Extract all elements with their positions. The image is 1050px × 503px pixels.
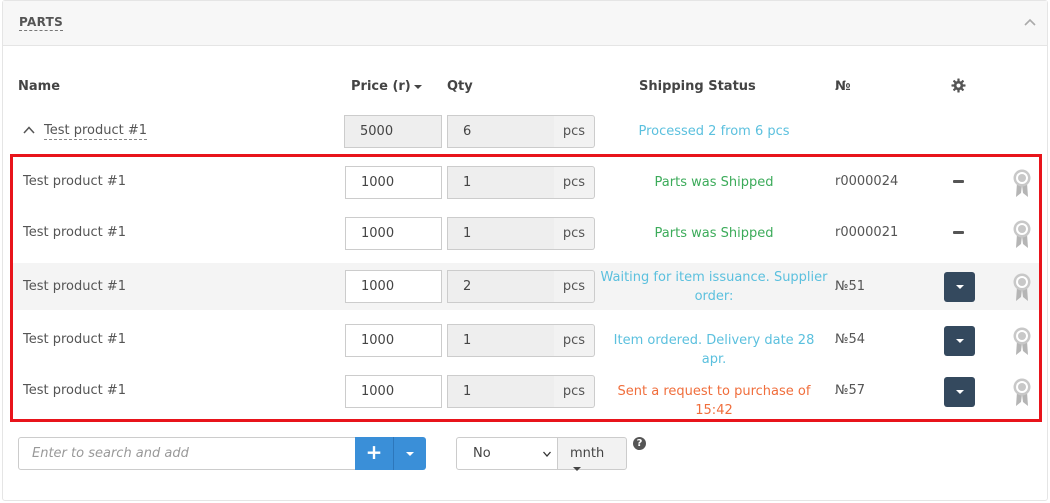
- row-2-name: Test product #1: [23, 225, 127, 240]
- row-5-name: Test product #1: [23, 383, 127, 398]
- row-5-shipping-status: Sent a request to purchase of 15:42: [617, 384, 811, 418]
- gear-icon[interactable]: [951, 78, 966, 93]
- row-3-number: №51: [835, 279, 866, 294]
- row-4-price-input[interactable]: 1000: [345, 324, 442, 357]
- add-options-dropdown-button[interactable]: [393, 437, 426, 470]
- column-header-number: №: [835, 79, 851, 94]
- panel-header: PARTS: [3, 1, 1047, 46]
- chevron-down-icon: [543, 451, 551, 457]
- row-5-unit-addon: pcs: [554, 375, 595, 408]
- main-qty-field[interactable]: 6: [447, 115, 555, 148]
- column-header-price[interactable]: Price (r): [351, 79, 422, 94]
- award-icon[interactable]: [1011, 219, 1033, 249]
- row-1-shipping-status: Parts was Shipped: [654, 175, 774, 190]
- search-input[interactable]: [18, 437, 356, 470]
- caret-down-icon: [406, 452, 414, 456]
- period-select[interactable]: No: [456, 437, 558, 470]
- row-5-number: №57: [835, 383, 866, 398]
- award-icon[interactable]: [1011, 272, 1033, 302]
- row-2-qty-field: 1: [447, 217, 555, 250]
- caret-down-icon: [956, 390, 964, 394]
- row-4-unit-addon: pcs: [554, 324, 595, 357]
- column-header-name: Name: [18, 79, 61, 94]
- row-3-name: Test product #1: [23, 279, 127, 294]
- help-icon[interactable]: ?: [633, 437, 646, 450]
- main-price-field[interactable]: 5000: [344, 115, 442, 148]
- parts-panel: PARTS: [2, 0, 1048, 501]
- row-4-qty-field: 1: [447, 324, 555, 357]
- row-1-name: Test product #1: [23, 174, 127, 189]
- row-3-actions-dropdown-button[interactable]: [944, 272, 975, 302]
- main-unit-addon: pcs: [554, 115, 595, 148]
- caret-down-icon: [956, 285, 964, 289]
- row-1-unit-addon: pcs: [554, 166, 595, 199]
- column-header-qty: Qty: [447, 79, 473, 94]
- main-product-name[interactable]: Test product #1: [44, 123, 148, 140]
- row-4-shipping-status: Item ordered. Delivery date 28 apr.: [613, 333, 815, 367]
- row-1-number: r0000024: [835, 174, 899, 189]
- chevron-up-icon[interactable]: [23, 124, 35, 136]
- caret-down-icon: [956, 339, 964, 343]
- minus-icon[interactable]: [953, 231, 964, 234]
- row-2-shipping-status: Parts was Shipped: [654, 226, 774, 241]
- row-4-actions-dropdown-button[interactable]: [944, 326, 975, 356]
- award-icon[interactable]: [1011, 377, 1033, 407]
- row-1-price-input[interactable]: 1000: [345, 166, 442, 199]
- panel-title[interactable]: PARTS: [19, 15, 64, 31]
- period-select-value: No: [473, 446, 491, 461]
- column-header-price-label: Price (r): [351, 79, 411, 94]
- row-3-shipping-status: Waiting for item issuance. Supplier orde…: [600, 270, 828, 304]
- row-4-name: Test product #1: [23, 332, 127, 347]
- add-button[interactable]: +: [355, 437, 393, 470]
- row-3-unit-addon: pcs: [554, 270, 595, 303]
- minus-icon[interactable]: [953, 180, 964, 183]
- period-unit-button[interactable]: mnth: [557, 437, 627, 471]
- caret-down-icon: [573, 466, 581, 471]
- column-header-shipping-status: Shipping Status: [639, 79, 756, 94]
- row-1-qty-field: 1: [447, 166, 555, 199]
- award-icon[interactable]: [1011, 168, 1033, 198]
- row-2-price-input[interactable]: 1000: [345, 217, 442, 250]
- row-2-number: r0000021: [835, 225, 899, 240]
- main-shipping-status: Processed 2 from 6 pcs: [638, 124, 790, 139]
- row-5-price-input[interactable]: 1000: [345, 375, 442, 408]
- row-2-unit-addon: pcs: [554, 217, 595, 250]
- award-icon[interactable]: [1011, 326, 1033, 356]
- caret-down-icon: [413, 84, 422, 89]
- row-3-qty-field: 2: [447, 270, 555, 303]
- period-unit-label: mnth: [570, 446, 605, 461]
- row-4-number: №54: [835, 332, 866, 347]
- row-3-price-input[interactable]: 1000: [345, 270, 442, 303]
- row-5-qty-field: 1: [447, 375, 555, 408]
- chevron-up-icon[interactable]: [1023, 15, 1037, 29]
- row-5-actions-dropdown-button[interactable]: [944, 377, 975, 407]
